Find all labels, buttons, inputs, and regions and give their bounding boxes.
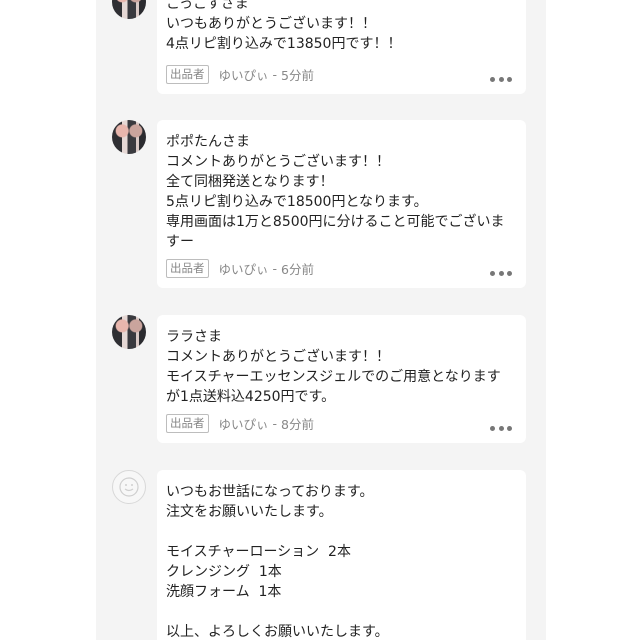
timestamp: 8分前 bbox=[281, 416, 314, 432]
avatar[interactable] bbox=[112, 470, 146, 504]
seller-badge: 出品者 bbox=[166, 258, 209, 278]
comment-feed: こっこすさま いつもありがとうございます！！ 4点リピ割り込みで13850円です… bbox=[96, 0, 546, 640]
comment-meta: 出品者 ゆいぴぃ - 5分前 bbox=[166, 64, 314, 84]
comment-text: ポポたんさま コメントありがとうございます！！ 全て同梱発送となります！ 5点リ… bbox=[166, 134, 505, 250]
comment-text: ララさま コメントありがとうございます！！ モイスチャーエッセンスジェルでのご用… bbox=[166, 329, 501, 405]
author-name[interactable]: ゆいぴぃ bbox=[219, 65, 269, 84]
comment-meta: 出品者 ゆいぴぃ - 8分前 bbox=[166, 413, 314, 433]
meta-separator: - bbox=[272, 260, 278, 276]
more-options-icon[interactable] bbox=[490, 424, 512, 432]
avatar[interactable] bbox=[112, 120, 146, 154]
seller-badge: 出品者 bbox=[166, 64, 209, 84]
timestamp: 6分前 bbox=[281, 261, 314, 277]
comment-text: いつもお世話になっております。 注文をお願いいたします。 モイスチャーローション… bbox=[166, 484, 389, 640]
comment-meta: 出品者 ゆいぴぃ - 6分前 bbox=[166, 258, 314, 278]
smiley-face-icon bbox=[119, 477, 139, 497]
timestamp: 5分前 bbox=[281, 67, 314, 83]
avatar[interactable] bbox=[112, 0, 146, 19]
meta-separator: - bbox=[272, 66, 278, 82]
more-options-icon[interactable] bbox=[490, 75, 512, 83]
comment-bubble: こっこすさま いつもありがとうございます！！ 4点リピ割り込みで13850円です… bbox=[157, 0, 526, 94]
meta-separator: - bbox=[272, 415, 278, 431]
comment-bubble: ポポたんさま コメントありがとうございます！！ 全て同梱発送となります！ 5点リ… bbox=[157, 120, 526, 288]
seller-badge: 出品者 bbox=[166, 413, 209, 433]
comment-bubble: ララさま コメントありがとうございます！！ モイスチャーエッセンスジェルでのご用… bbox=[157, 315, 526, 443]
comment-text: こっこすさま いつもありがとうございます！！ 4点リピ割り込みで13850円です… bbox=[166, 0, 402, 52]
author-name[interactable]: ゆいぴぃ bbox=[219, 414, 269, 433]
more-options-icon[interactable] bbox=[490, 269, 512, 277]
comment-bubble: いつもお世話になっております。 注文をお願いいたします。 モイスチャーローション… bbox=[157, 470, 526, 640]
author-name[interactable]: ゆいぴぃ bbox=[219, 259, 269, 278]
avatar[interactable] bbox=[112, 315, 146, 349]
